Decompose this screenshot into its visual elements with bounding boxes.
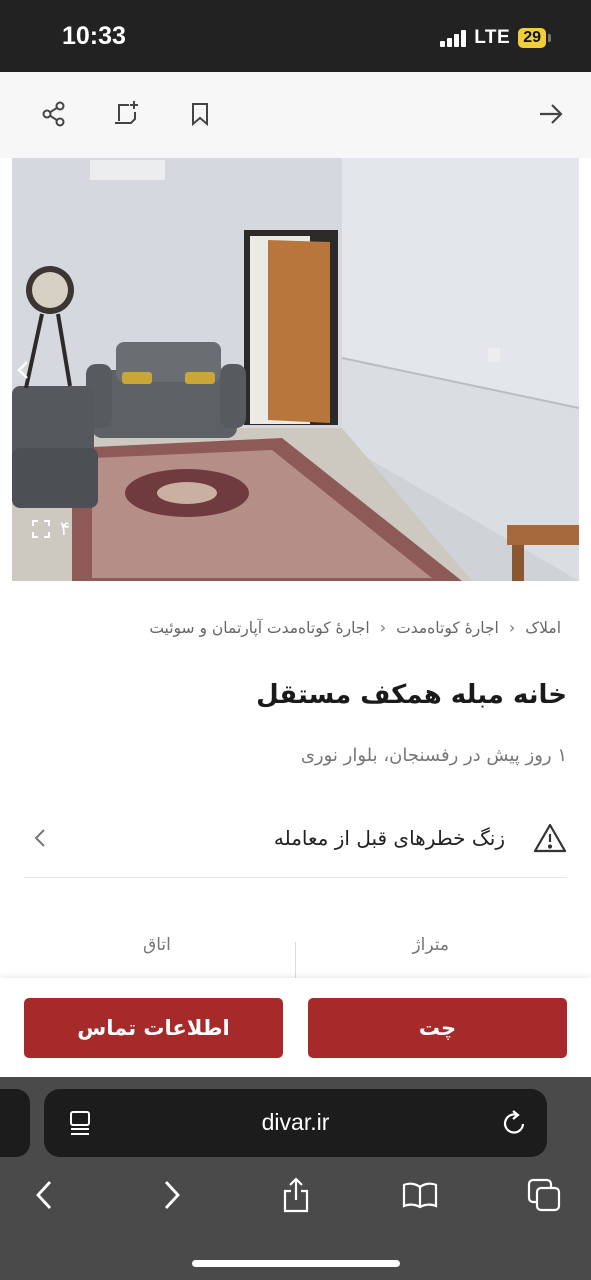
adjacent-tab[interactable] [0, 1089, 30, 1157]
attribute-rooms-label: اتاق [143, 935, 171, 955]
signal-icon [440, 29, 467, 47]
bookmark-icon[interactable] [182, 96, 218, 132]
chevron-left-icon [34, 828, 46, 852]
chat-button[interactable]: چت [308, 998, 567, 1058]
safety-warning-row[interactable]: زنگ خطرهای قبل از معامله [24, 800, 567, 878]
tabs-icon[interactable] [524, 1175, 564, 1215]
photo-count: ۴ [60, 518, 71, 540]
breadcrumb: املاک ‹ اجارهٔ کوتاه‌مدت ‹ اجارهٔ کوتاه‌… [149, 618, 561, 637]
forward-icon[interactable] [152, 1175, 192, 1215]
add-note-icon[interactable] [108, 96, 144, 132]
reload-icon[interactable] [501, 1109, 527, 1141]
action-bar: اطلاعات تماس چت [0, 978, 591, 1077]
url-text[interactable]: divar.ir [44, 1109, 547, 1136]
attribute-divider [295, 942, 296, 982]
listing-photo[interactable] [12, 158, 579, 581]
attribute-area-label: متراژ [412, 935, 449, 955]
photo-count-badge[interactable]: ۴ [32, 518, 70, 540]
chevron-left-icon: ‹ [508, 618, 516, 637]
back-icon[interactable] [24, 1175, 64, 1215]
share-icon[interactable] [276, 1175, 316, 1215]
listing-subtitle: ۱ روز پیش در رفسنجان، بلوار نوری [300, 745, 567, 766]
network-label: LTE [474, 27, 511, 48]
warning-text: زنگ خطرهای قبل از معامله [273, 826, 505, 850]
battery-icon: 29 [518, 28, 551, 48]
status-indicators: LTE 29 [440, 27, 551, 49]
battery-level: 29 [518, 28, 546, 48]
warning-icon [533, 822, 567, 858]
address-bar[interactable]: divar.ir [44, 1089, 547, 1157]
breadcrumb-item[interactable]: اجارهٔ کوتاه‌مدت [396, 619, 499, 637]
gallery-prev-icon[interactable] [12, 355, 34, 385]
breadcrumb-item[interactable]: املاک [525, 619, 561, 637]
bookmarks-icon[interactable] [400, 1175, 440, 1215]
chevron-left-icon: ‹ [379, 618, 387, 637]
home-indicator [192, 1260, 400, 1267]
browser-chrome: divar.ir [0, 1077, 591, 1280]
status-bar: 10:33 LTE 29 [0, 0, 591, 72]
app-toolbar [0, 72, 591, 158]
back-arrow-icon[interactable] [533, 96, 569, 132]
listing-title: خانه مبله همکف مستقل [256, 680, 567, 710]
status-time: 10:33 [62, 22, 126, 50]
contact-info-button[interactable]: اطلاعات تماس [24, 998, 283, 1058]
share-icon[interactable] [36, 96, 72, 132]
breadcrumb-item[interactable]: اجارهٔ کوتاه‌مدت آپارتمان و سوئیت [149, 619, 369, 637]
fullscreen-icon [32, 520, 50, 538]
